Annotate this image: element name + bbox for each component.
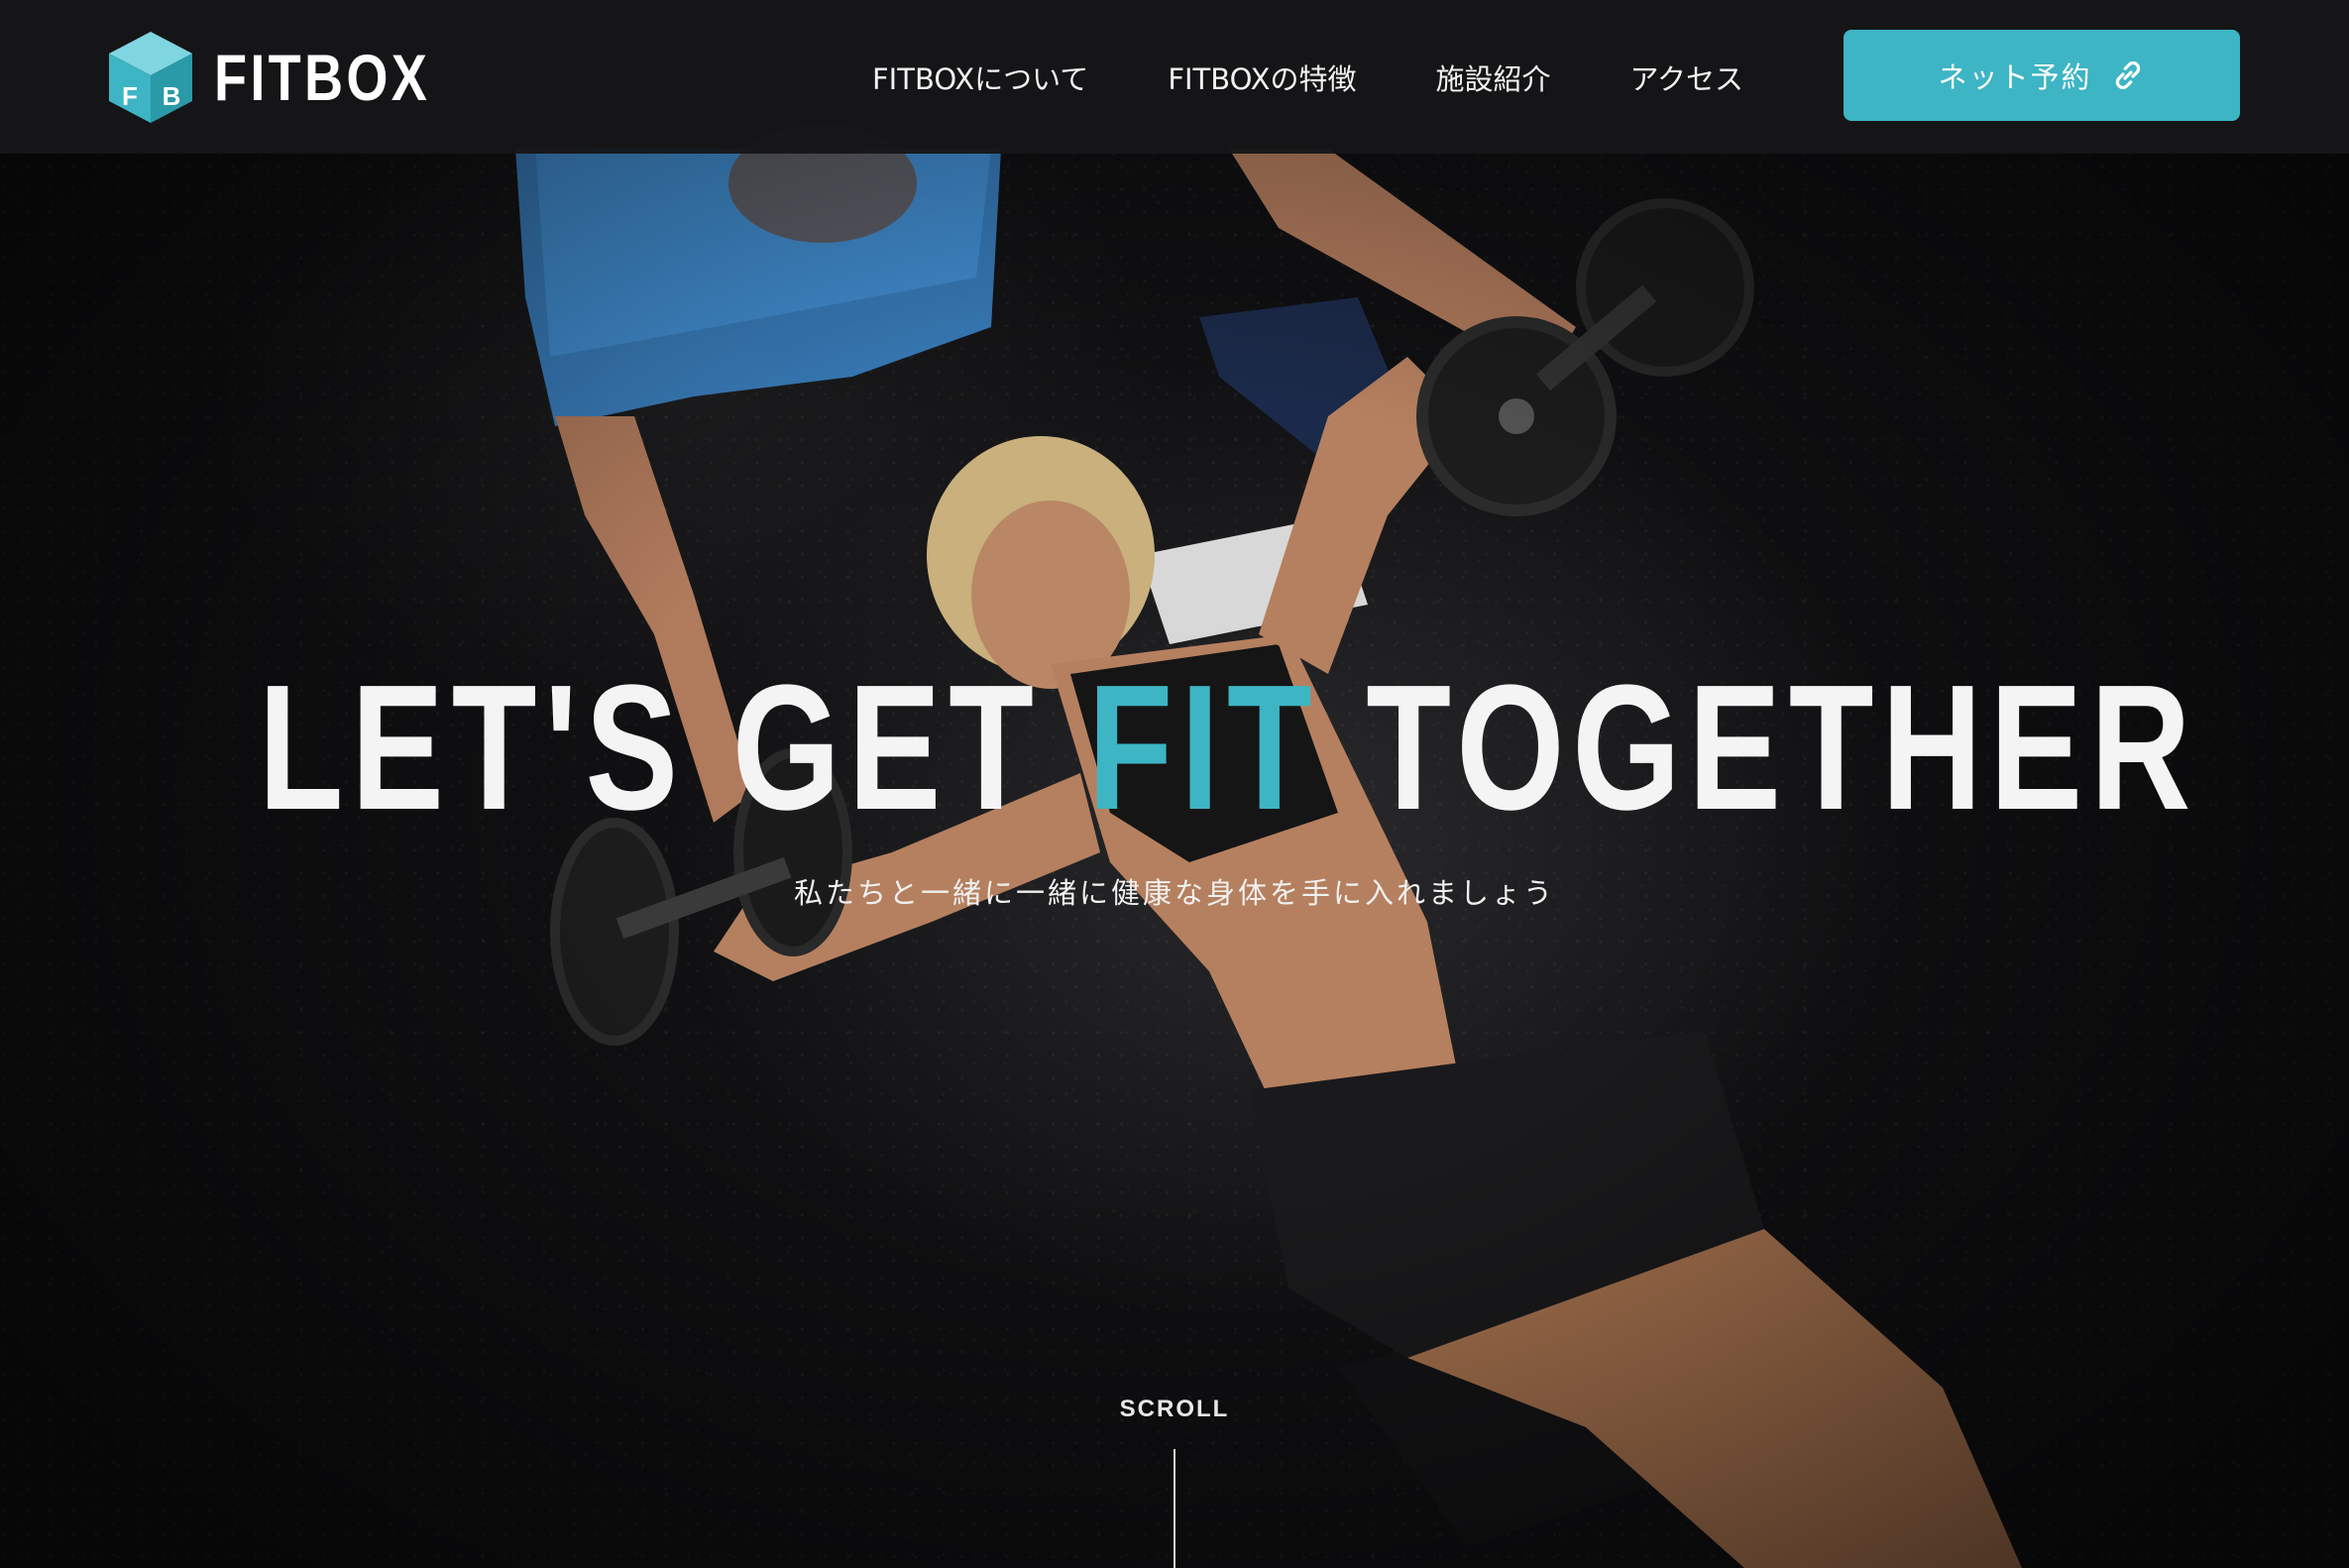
online-booking-button[interactable]: ネット予約 <box>1844 30 2240 121</box>
nav-item-facilities[interactable]: 施設紹介 <box>1435 56 1550 98</box>
link-icon <box>2115 61 2140 89</box>
scroll-indicator-line <box>1174 1449 1175 1568</box>
cube-logo-icon: F B <box>109 32 192 123</box>
main-nav: FITBOXについて FITBOXの特徴 施設紹介 アクセス <box>872 0 1743 154</box>
cube-letter-f: F <box>122 81 138 111</box>
headline-accent: FIT <box>1087 648 1320 847</box>
nav-item-features[interactable]: FITBOXの特徴 <box>1168 56 1356 98</box>
cube-letter-b: B <box>163 81 181 111</box>
scroll-indicator-label[interactable]: SCROLL <box>0 1396 2349 1423</box>
site-header: F B FITBOX FITBOXについて FITBOXの特徴 施設紹介 アクセ… <box>0 0 2349 154</box>
headline-part-1: LET'S GET <box>258 648 1088 847</box>
nav-item-access[interactable]: アクセス <box>1630 56 1744 98</box>
brand-name: FITBOX <box>214 41 431 114</box>
headline-part-2: TOGETHER <box>1319 648 2199 847</box>
hero-headline: LET'S GET FIT TOGETHER <box>258 648 2191 847</box>
online-booking-label: ネット予約 <box>1938 60 2092 94</box>
brand-logo[interactable]: F B FITBOX <box>107 28 478 127</box>
hero-subtitle: 私たちと一緒に一緒に健康な身体を手に入れましょう <box>793 876 1555 910</box>
nav-item-about[interactable]: FITBOXについて <box>872 56 1088 98</box>
